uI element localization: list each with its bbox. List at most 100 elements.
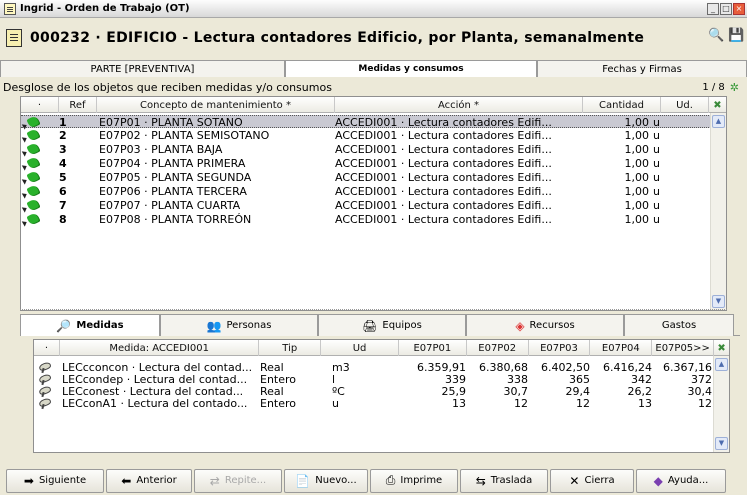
imprime-button[interactable]: ⎙ Imprime	[370, 468, 458, 493]
table-row[interactable]: 2 E07P02 · PLANTA SEMISOTANO ACCEDI001 · L…	[21, 129, 711, 142]
row-number: 8	[59, 213, 67, 226]
table-row[interactable]: 7 E07P07 · PLANTA CUARTA ACCEDI001 · Lectu…	[21, 199, 711, 212]
ud-cell: u	[653, 129, 660, 142]
breakdown-label: Desglose de los objetos que reciben medi…	[3, 81, 332, 94]
arrow-right-icon: ➡	[23, 473, 34, 488]
button-label: Siguiente	[38, 475, 87, 486]
cierra-button[interactable]: ✕ Cierra	[550, 468, 634, 493]
app-icon	[4, 2, 16, 15]
siguiente-button[interactable]: ➡ Siguiente	[6, 468, 104, 493]
tab-equipos[interactable]: 🖨 Equipos	[318, 314, 466, 336]
col-e07p02[interactable]: E07P02	[467, 340, 529, 356]
accion-cell: ACCEDI001 · Lectura contadores Edifi...	[335, 199, 552, 212]
ud-cell: u	[653, 116, 660, 129]
col-dot[interactable]: ·	[21, 97, 59, 113]
button-label: Cierra	[584, 475, 615, 486]
table-row[interactable]: 8 E07P08 · PLANTA TORREÓN ACCEDI001 · Lect…	[21, 213, 711, 226]
measures-grid-header: · Medida: ACCEDI001 Tip Ud E07P01 E07P02…	[34, 340, 729, 356]
maximize-button[interactable]: □	[720, 3, 732, 15]
table-row[interactable]: 6 E07P06 · PLANTA TERCERA ACCEDI001 · Lect…	[21, 185, 711, 198]
splitter[interactable]	[20, 309, 727, 312]
ud-cell: u	[653, 171, 660, 184]
save-icon[interactable]: 💾	[728, 28, 744, 43]
accion-cell: ACCEDI001 · Lectura contadores Edifi...	[335, 157, 552, 170]
minimize-button[interactable]: _	[707, 3, 719, 15]
col-tip[interactable]: Tip	[259, 340, 322, 356]
cantidad-cell: 1,00	[624, 213, 650, 226]
ud-cell: u	[653, 199, 660, 212]
document-header: 000232 · EDIFICIO - Lectura contadores E…	[0, 20, 747, 56]
col-concepto[interactable]: Concepto de mantenimiento *	[97, 97, 335, 113]
scroll-down-icon[interactable]: ▼	[712, 295, 725, 308]
col-medida[interactable]: Medida: ACCEDI001	[60, 340, 260, 356]
traslada-button[interactable]: ⇆ Traslada	[460, 468, 548, 493]
button-label: Anterior	[136, 475, 177, 486]
ud-cell: u	[653, 157, 660, 170]
table-row[interactable]: 1 E07P01 · PLANTA SOTANO ACCEDI001 · Lectu…	[21, 115, 711, 129]
tab-label: Gastos	[661, 320, 697, 331]
table-row[interactable]: 4 E07P04 · PLANTA PRIMERA ACCEDI001 · Lect…	[21, 157, 711, 170]
accion-cell: ACCEDI001 · Lectura contadores Edifi...	[335, 143, 552, 156]
printer-icon: ⎙	[385, 473, 396, 487]
tag-icon	[23, 199, 41, 212]
tab-personas[interactable]: 👥 Personas	[160, 314, 318, 336]
meter-icon: 🔎	[56, 318, 72, 333]
tab-fechas-firmas[interactable]: Fechas y Firmas	[537, 60, 747, 77]
grid-options-icon[interactable]: ✖	[709, 97, 726, 113]
tag-icon	[23, 171, 41, 184]
scroll-up-icon[interactable]: ▲	[712, 115, 725, 128]
help-icon: ◆	[653, 473, 663, 488]
cantidad-cell: 1,00	[624, 171, 650, 184]
table-row[interactable]: 3 E07P03 · PLANTA BAJA ACCEDI001 · Lectura…	[21, 143, 711, 156]
e07p01-cell: 13	[452, 397, 466, 410]
row-number: 3	[59, 143, 67, 156]
ud-cell: u	[332, 397, 339, 410]
transfer-icon: ⇆	[475, 473, 486, 488]
row-number: 2	[59, 129, 67, 142]
cantidad-cell: 1,00	[624, 185, 650, 198]
tab-medidas-consumos[interactable]: Medidas y consumos	[285, 60, 537, 77]
scroll-down-icon[interactable]: ▼	[715, 437, 728, 450]
row-number: 5	[59, 171, 67, 184]
tag-icon	[23, 129, 41, 142]
row-number: 6	[59, 185, 67, 198]
table-row[interactable]: 5 E07P05 · PLANTA SEGUNDA ACCEDI001 · Lect…	[21, 171, 711, 184]
tab-label: Personas	[226, 320, 272, 331]
tab-recursos[interactable]: ◈ Recursos	[466, 314, 624, 336]
col-ud[interactable]: Ud.	[661, 97, 709, 113]
grid-options-icon[interactable]: ✖	[714, 340, 729, 356]
col-dot[interactable]: ·	[34, 340, 60, 356]
bottom-toolbar: ➡ Siguiente ⬅ Anterior ⇄ Repite... 📄 Nue…	[0, 466, 747, 495]
col-e07p03[interactable]: E07P03	[529, 340, 591, 356]
col-accion[interactable]: Acción *	[335, 97, 583, 113]
tab-label: Equipos	[382, 320, 422, 331]
refresh-icon[interactable]: ✲	[730, 81, 739, 94]
close-button[interactable]: ×	[733, 3, 745, 15]
anterior-button[interactable]: ⬅ Anterior	[106, 468, 192, 493]
accion-cell: ACCEDI001 · Lectura contadores Edifi...	[335, 116, 552, 129]
ud-cell: u	[653, 213, 660, 226]
e07p05-cell: 12	[698, 397, 712, 410]
col-cantidad[interactable]: Cantidad	[583, 97, 661, 113]
ud-cell: u	[653, 143, 660, 156]
col-e07p01[interactable]: E07P01	[399, 340, 467, 356]
tab-medidas[interactable]: 🔎 Medidas	[20, 314, 160, 336]
title-bar: Ingrid - Orden de Trabajo (OT) _ □ ×	[0, 0, 747, 18]
ayuda-button[interactable]: ◆ Ayuda...	[636, 468, 726, 493]
measures-scrollbar[interactable]: ▲ ▼	[713, 356, 729, 452]
binoculars-icon[interactable]: 🔍	[708, 28, 724, 43]
top-tabs: PARTE [PREVENTIVA] Medidas y consumos Fe…	[0, 60, 747, 77]
measure-row[interactable]: LECconA1 · Lectura del contado... Entero u…	[34, 397, 714, 410]
concepto-cell: E07P04 · PLANTA PRIMERA	[99, 157, 246, 170]
nuevo-button[interactable]: 📄 Nuevo...	[284, 468, 368, 493]
col-ref[interactable]: Ref	[59, 97, 97, 113]
objects-scrollbar[interactable]: ▲ ▼	[710, 113, 726, 310]
col-e07p05-more[interactable]: E07P05>>	[652, 340, 715, 356]
col-e07p04[interactable]: E07P04	[590, 340, 653, 356]
tab-parte-preventiva[interactable]: PARTE [PREVENTIVA]	[0, 60, 285, 77]
col-ud[interactable]: Ud	[321, 340, 399, 356]
tab-gastos[interactable]: Gastos	[624, 314, 734, 336]
tag-icon	[23, 143, 41, 156]
scroll-up-icon[interactable]: ▲	[715, 358, 728, 371]
repite-button[interactable]: ⇄ Repite...	[194, 468, 282, 493]
